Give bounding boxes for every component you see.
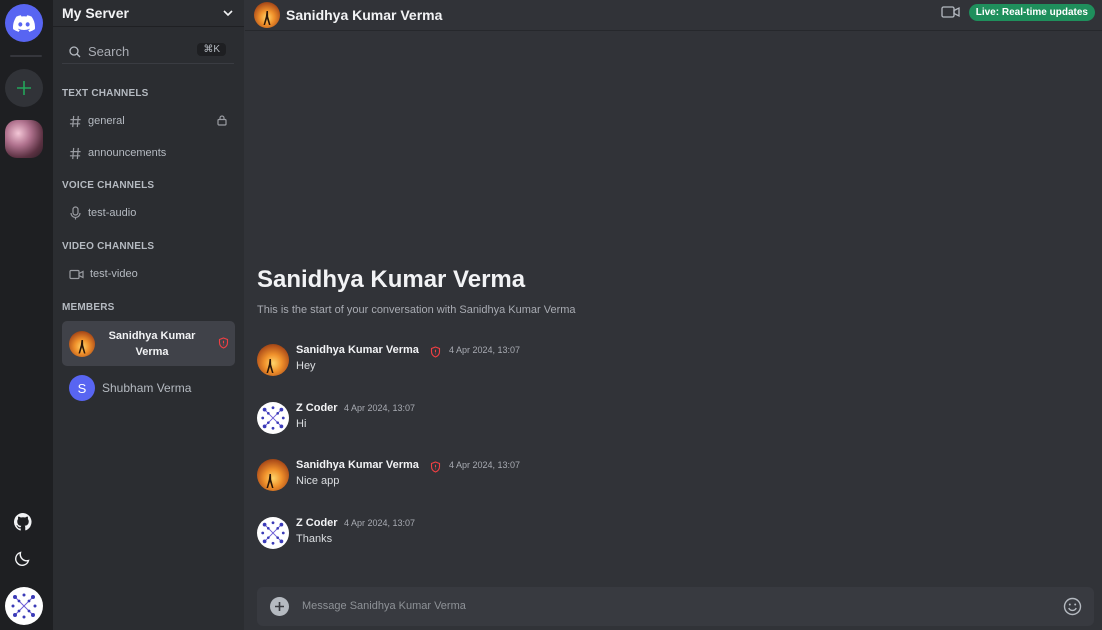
message-text: Nice app xyxy=(296,475,340,487)
chat-header: Sanidhya Kumar Verma Live: Real-time upd… xyxy=(245,0,1102,31)
welcome-subtitle: This is the start of your conversation w… xyxy=(257,304,576,316)
video-icon xyxy=(69,269,84,279)
avatar: S xyxy=(69,375,95,401)
server-rail xyxy=(0,0,53,630)
avatar[interactable] xyxy=(257,344,289,376)
hash-icon xyxy=(69,147,81,159)
message-author[interactable]: Sanidhya Kumar Verma xyxy=(296,344,419,356)
search-button[interactable]: Search ⌘K xyxy=(62,40,234,64)
chat-main: Sanidhya Kumar Verma Live: Real-time upd… xyxy=(245,0,1102,630)
avatar xyxy=(254,2,280,28)
lock-icon xyxy=(217,115,227,126)
message-item: Z Coder 4 Apr 2024, 13:07 Thanks xyxy=(257,517,957,553)
attach-button[interactable] xyxy=(270,597,289,616)
message-timestamp: 4 Apr 2024, 13:07 xyxy=(344,403,416,413)
zcoder-logo-icon xyxy=(261,406,285,430)
message-author[interactable]: Sanidhya Kumar Verma xyxy=(296,459,419,471)
member-shubham[interactable]: S Shubham Verma xyxy=(62,373,235,403)
channel-sidebar: My Server Search ⌘K TEXT CHANNELS genera… xyxy=(53,0,244,630)
chevron-down-icon xyxy=(223,10,233,17)
message-timestamp: 4 Apr 2024, 13:07 xyxy=(449,460,521,470)
user-profile-avatar[interactable] xyxy=(5,587,43,625)
channel-name: announcements xyxy=(88,147,167,159)
channel-test-audio[interactable]: test-audio xyxy=(62,200,234,226)
avatar xyxy=(69,330,95,357)
rail-separator xyxy=(10,55,42,57)
search-icon xyxy=(69,45,81,57)
add-server-button[interactable] xyxy=(5,69,43,107)
avatar[interactable] xyxy=(257,402,289,434)
search-shortcut: ⌘K xyxy=(197,43,226,56)
message-author[interactable]: Z Coder xyxy=(296,517,338,529)
section-video-channels: VIDEO CHANNELS xyxy=(62,241,155,252)
shield-alert-icon xyxy=(430,346,441,358)
channel-name: test-audio xyxy=(88,207,137,219)
github-icon[interactable] xyxy=(13,513,34,533)
member-sanidhya[interactable]: Sanidhya Kumar Verma xyxy=(62,321,235,366)
mic-icon xyxy=(70,206,81,220)
message-timestamp: 4 Apr 2024, 13:07 xyxy=(344,518,416,528)
shield-alert-icon xyxy=(218,337,229,349)
chat-title: Sanidhya Kumar Verma xyxy=(286,7,443,23)
search-label: Search xyxy=(88,44,130,59)
section-text-channels: TEXT CHANNELS xyxy=(62,88,149,99)
zcoder-logo-icon xyxy=(11,593,37,619)
channel-name: general xyxy=(88,115,125,127)
member-name: Sanidhya Kumar Verma xyxy=(108,329,196,358)
message-text: Hi xyxy=(296,418,307,430)
live-status-badge: Live: Real-time updates xyxy=(968,4,1095,21)
member-name: Shubham Verma xyxy=(102,381,192,395)
message-item: Z Coder 4 Apr 2024, 13:07 Hi xyxy=(257,402,957,438)
welcome-title: Sanidhya Kumar Verma xyxy=(257,266,526,293)
message-item: Sanidhya Kumar Verma 4 Apr 2024, 13:07 N… xyxy=(257,459,957,495)
channel-test-video[interactable]: test-video xyxy=(62,261,234,287)
plus-icon xyxy=(17,81,31,95)
message-input[interactable]: Message Sanidhya Kumar Verma xyxy=(302,600,466,612)
channel-name: test-video xyxy=(90,268,138,280)
plus-icon xyxy=(275,602,284,611)
message-author[interactable]: Z Coder xyxy=(296,402,338,414)
message-text: Thanks xyxy=(296,533,333,545)
message-composer[interactable]: Message Sanidhya Kumar Verma xyxy=(257,587,1094,626)
server-name: My Server xyxy=(62,5,129,21)
message-timestamp: 4 Apr 2024, 13:07 xyxy=(449,345,521,355)
discord-logo-icon[interactable] xyxy=(5,4,43,42)
video-call-button[interactable] xyxy=(941,5,960,19)
message-text: Hey xyxy=(296,360,316,372)
avatar[interactable] xyxy=(257,517,289,549)
section-voice-channels: VOICE CHANNELS xyxy=(62,180,155,191)
message-item: Sanidhya Kumar Verma 4 Apr 2024, 13:07 H… xyxy=(257,344,957,380)
zcoder-logo-icon xyxy=(261,521,285,545)
emoji-button[interactable] xyxy=(1063,597,1082,616)
channel-announcements[interactable]: announcements xyxy=(62,140,234,166)
server-header[interactable]: My Server xyxy=(53,0,244,27)
theme-toggle-moon-icon[interactable] xyxy=(14,549,34,569)
channel-general[interactable]: general xyxy=(62,108,234,134)
server-avatar-button[interactable] xyxy=(5,120,43,158)
hash-icon xyxy=(69,115,81,127)
avatar[interactable] xyxy=(257,459,289,491)
section-members: MEMBERS xyxy=(62,302,115,313)
shield-alert-icon xyxy=(430,461,441,473)
